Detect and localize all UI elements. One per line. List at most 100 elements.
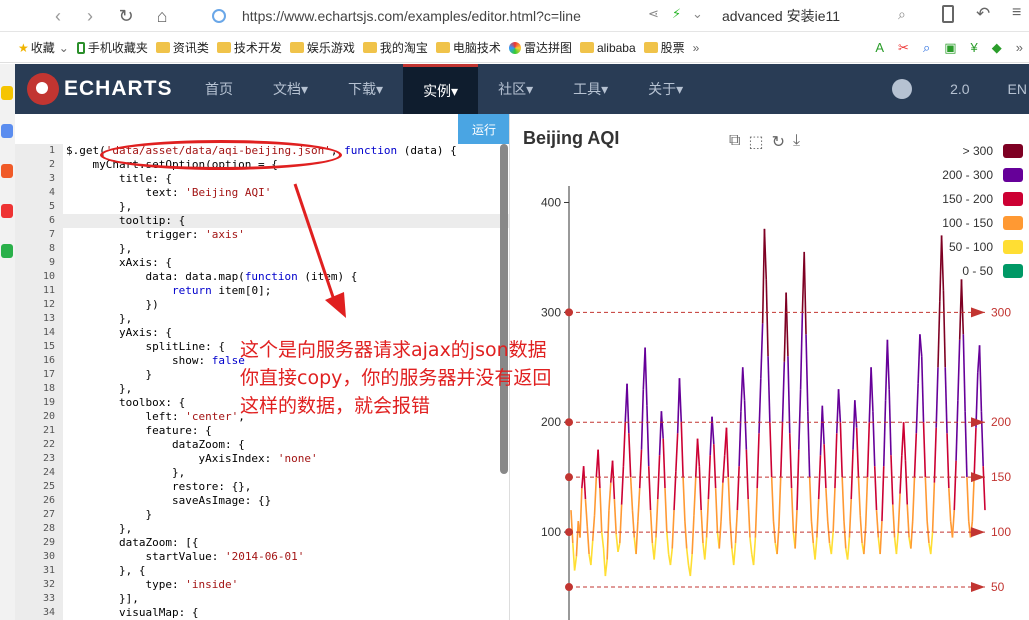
code-line[interactable]: 30 startValue: '2014-06-01' [15, 550, 509, 564]
code-line[interactable]: 23 yAxisIndex: 'none' [15, 452, 509, 466]
series-segment [696, 438, 701, 467]
forward-icon[interactable]: › [76, 2, 104, 30]
side-app-icon[interactable] [1, 244, 13, 258]
github-icon[interactable] [892, 79, 913, 99]
code-text: feature: { [66, 424, 212, 437]
series-segment [787, 356, 791, 434]
code-line[interactable]: 6 tooltip: { [15, 214, 509, 228]
echarts-logo[interactable]: ECHARTS [27, 73, 173, 105]
bookmark-folder[interactable]: 资讯类 [155, 39, 209, 56]
code-text: restore: {}, [66, 480, 252, 493]
nav-item-community[interactable]: 社区▾ [478, 64, 553, 114]
gamepad-icon[interactable]: ▣ [944, 40, 956, 56]
line-number: 13 [42, 313, 55, 324]
code-text: }, [66, 200, 133, 213]
bookmark-folder[interactable]: alibaba [579, 41, 636, 55]
nav-item-home[interactable]: 首页 [185, 64, 253, 114]
code-line[interactable]: 9 xAxis: { [15, 256, 509, 270]
legend-item[interactable]: 200 - 300 [942, 163, 1023, 187]
nav-item-tools[interactable]: 工具▾ [553, 64, 628, 114]
code-line[interactable]: 5 }, [15, 200, 509, 214]
legend-item[interactable]: 0 - 50 [942, 259, 1023, 283]
yen-icon[interactable]: ¥ [971, 40, 978, 56]
code-line[interactable]: 32 type: 'inside' [15, 578, 509, 592]
line-number: 29 [42, 537, 55, 548]
legend-item[interactable]: 150 - 200 [942, 187, 1023, 211]
editor-scrollbar[interactable] [500, 144, 508, 474]
lang-link[interactable]: EN [1008, 81, 1027, 97]
code-line[interactable]: 28 }, [15, 522, 509, 536]
code-line[interactable]: 27 } [15, 508, 509, 522]
code-line[interactable]: 12 }) [15, 298, 509, 312]
code-line[interactable]: 34 visualMap: { [15, 606, 509, 620]
version-link[interactable]: 2.0 [950, 81, 969, 97]
back-icon[interactable]: ‹ [44, 2, 72, 30]
series-segment [964, 411, 968, 478]
code-text: }, [66, 242, 133, 255]
side-app-icon[interactable] [1, 124, 13, 138]
nav-item-download[interactable]: 下载▾ [328, 64, 403, 114]
bookmark-favorites[interactable]: ★ 收藏 ⌄ [18, 39, 69, 56]
bookmark-folder[interactable]: 我的淘宝 [362, 39, 428, 56]
side-app-icon[interactable] [1, 164, 13, 178]
code-line[interactable]: 13 }, [15, 312, 509, 326]
series-segment [834, 433, 838, 489]
reload-icon[interactable]: ↻ [112, 2, 140, 30]
code-line[interactable]: 11 return item[0]; [15, 284, 509, 298]
bookmark-label: 电脑技术 [452, 41, 501, 55]
shield-icon[interactable]: ◆ [992, 40, 1002, 56]
code-line[interactable]: 7 trigger: 'axis' [15, 228, 509, 242]
menu-icon[interactable]: ≡ [1012, 4, 1021, 22]
code-line[interactable]: 3 title: { [15, 172, 509, 186]
code-line[interactable]: 26 saveAsImage: {} [15, 494, 509, 508]
run-button[interactable]: 运行 [458, 114, 509, 144]
bookmark-folder[interactable]: 娱乐游戏 [289, 39, 355, 56]
series-segment [841, 477, 845, 522]
nav-item-about[interactable]: 关于▾ [628, 64, 703, 114]
chevron-down-icon[interactable]: ⌄ [692, 6, 703, 22]
share-icon[interactable]: ⋖ [648, 6, 659, 22]
series-segment [915, 383, 919, 434]
series-segment [631, 510, 636, 538]
side-app-icon[interactable] [1, 204, 13, 218]
bookmark-radar[interactable]: 雷达拼图 [508, 39, 572, 56]
code-line[interactable]: 25 restore: {}, [15, 480, 509, 494]
bolt-icon[interactable]: ⚡ [672, 6, 681, 22]
code-line[interactable]: 8 }, [15, 242, 509, 256]
code-line[interactable]: 24 }, [15, 466, 509, 480]
code-line[interactable]: 21 feature: { [15, 424, 509, 438]
side-app-icon[interactable] [1, 86, 13, 100]
nav-item-docs[interactable]: 文档▾ [253, 64, 328, 114]
search-icon[interactable]: ⌕ [898, 6, 906, 23]
legend-item[interactable]: 100 - 150 [942, 211, 1023, 235]
url-field[interactable]: https://www.echartsjs.com/examples/edito… [212, 6, 692, 26]
translate-icon[interactable]: A [875, 40, 884, 56]
series-segment [619, 504, 623, 544]
legend-item[interactable]: > 300 [942, 139, 1023, 163]
bookmark-mobile[interactable]: 手机收藏夹 [76, 39, 148, 56]
series-segment [698, 466, 702, 511]
bookmark-folder[interactable]: 电脑技术 [435, 39, 501, 56]
undo-icon[interactable]: ↶ [976, 4, 990, 24]
folder-icon [435, 42, 450, 53]
legend-swatch [1003, 216, 1023, 230]
code-line[interactable]: 29 dataZoom: [{ [15, 536, 509, 550]
search-icon[interactable]: ⌕ [923, 40, 930, 56]
nav-item-examples[interactable]: 实例▾ [403, 64, 479, 114]
bookmark-folder[interactable]: 技术开发 [216, 39, 282, 56]
bookmark-folder[interactable]: 股票 [643, 39, 685, 56]
code-line[interactable]: 4 text: 'Beijing AQI' [15, 186, 509, 200]
code-line[interactable]: 22 dataZoom: { [15, 438, 509, 452]
legend-item[interactable]: 50 - 100 [942, 235, 1023, 259]
code-line[interactable]: 33 }], [15, 592, 509, 606]
scissors-icon[interactable]: ✂ [898, 40, 909, 56]
bookmarks-more[interactable]: » [693, 41, 700, 55]
line-number: 15 [42, 341, 55, 352]
home-icon[interactable]: ⌂ [148, 2, 176, 30]
code-line[interactable]: 10 data: data.map(function (item) { [15, 270, 509, 284]
phone-icon[interactable] [942, 5, 954, 23]
series-segment [823, 444, 827, 489]
code-line[interactable]: 31 }, { [15, 564, 509, 578]
more-icon[interactable]: » [1016, 40, 1023, 56]
search-input[interactable]: advanced 安装ie11 [722, 5, 918, 27]
